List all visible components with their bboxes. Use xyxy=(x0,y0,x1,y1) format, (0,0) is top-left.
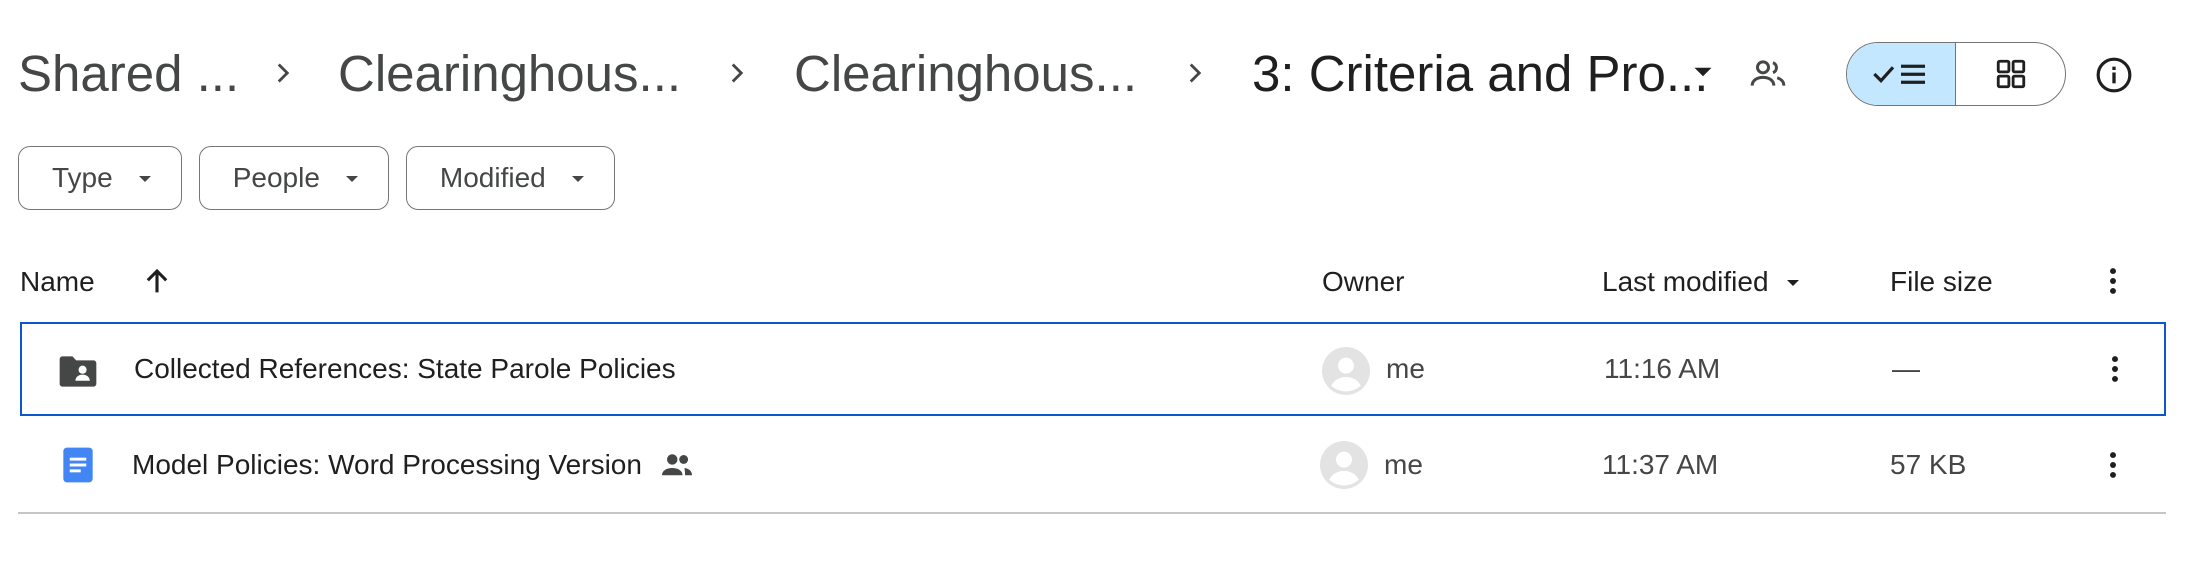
file-name[interactable]: Model Policies: Word Processing Version xyxy=(132,449,642,481)
breadcrumb-item-shared[interactable]: Shared ... xyxy=(18,28,239,118)
breadcrumb-item-clearinghouse-2[interactable]: Clearinghous... xyxy=(794,28,1137,118)
avatar xyxy=(1322,347,1370,395)
file-size: 57 KB xyxy=(1890,449,1967,480)
last-modified-time: 11:16 AM xyxy=(1604,353,1721,384)
file-name[interactable]: Collected References: State Parole Polic… xyxy=(134,324,676,414)
filter-chips: Type People Modified xyxy=(18,146,632,210)
view-toggle xyxy=(1846,42,2066,106)
chevron-right-icon xyxy=(266,56,300,90)
table-header: Name Owner Last modified File size xyxy=(0,252,2204,312)
arrow-drop-down-icon xyxy=(1781,270,1805,294)
column-header-file-size: File size xyxy=(1890,266,1993,297)
check-list-icon xyxy=(1869,57,1933,91)
filter-modified-chip[interactable]: Modified xyxy=(405,146,615,210)
more-vert-icon[interactable] xyxy=(2098,352,2132,386)
drive-folder-view: Shared ... Clearinghous... Clearinghous.… xyxy=(0,0,2204,564)
filter-modified-label: Modified xyxy=(439,162,546,193)
info-icon[interactable] xyxy=(2094,55,2134,95)
grid-view-button[interactable] xyxy=(1956,43,2065,105)
breadcrumb-item-clearinghouse-1[interactable]: Clearinghous... xyxy=(338,28,681,118)
avatar xyxy=(1320,441,1368,489)
filter-people-label: People xyxy=(232,162,320,193)
google-docs-icon xyxy=(56,443,100,487)
column-header-last-modified[interactable]: Last modified xyxy=(1602,252,1805,312)
filter-type-chip[interactable]: Type xyxy=(18,146,182,210)
table-row[interactable]: Collected References: State Parole Polic… xyxy=(20,322,2166,416)
more-vert-icon[interactable] xyxy=(2096,264,2130,298)
grid-icon xyxy=(1994,57,2028,91)
column-header-last-modified-label: Last modified xyxy=(1602,266,1769,297)
list-view-button[interactable] xyxy=(1847,43,1956,105)
arrow-drop-down-icon xyxy=(133,166,157,190)
table-row[interactable]: Model Policies: Word Processing Version … xyxy=(20,418,2166,512)
arrow-drop-down-icon xyxy=(566,166,590,190)
filter-people-chip[interactable]: People xyxy=(198,146,389,210)
chevron-right-icon xyxy=(1178,56,1212,90)
more-vert-icon[interactable] xyxy=(2096,448,2130,482)
column-header-name[interactable]: Name xyxy=(20,252,95,312)
shared-people-icon[interactable] xyxy=(1748,54,1788,94)
breadcrumb-current-folder[interactable]: 3: Criteria and Pro... xyxy=(1252,28,1708,118)
owner-name: me xyxy=(1386,353,1425,384)
file-size: — xyxy=(1892,353,1920,384)
file-name-cell: Model Policies: Word Processing Version xyxy=(132,418,696,512)
people-icon xyxy=(658,446,696,484)
table-bottom-divider xyxy=(18,512,2166,514)
column-header-owner: Owner xyxy=(1322,266,1405,297)
filter-type-label: Type xyxy=(52,162,113,193)
arrow-drop-down-icon xyxy=(340,166,364,190)
folder-menu-dropdown-icon[interactable] xyxy=(1686,55,1720,89)
last-modified-time: 11:37 AM xyxy=(1602,449,1719,480)
owner-name: me xyxy=(1384,449,1423,480)
shared-folder-icon xyxy=(56,349,100,393)
sort-ascending-arrow-icon[interactable] xyxy=(140,264,174,298)
chevron-right-icon xyxy=(720,56,754,90)
